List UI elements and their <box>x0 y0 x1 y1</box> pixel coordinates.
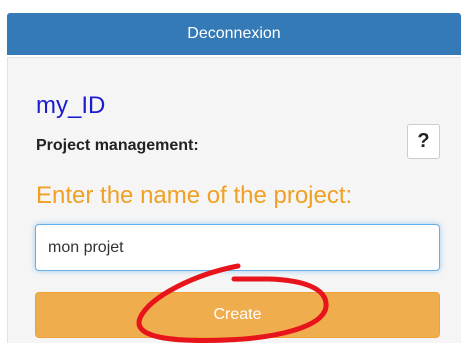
user-id-label: my_ID <box>36 92 106 119</box>
project-management-label: Project management: <box>36 137 199 154</box>
project-name-input[interactable] <box>35 224 440 271</box>
enter-project-name-label: Enter the name of the project: <box>36 182 353 209</box>
page: Deconnexion my_ID Project management: ? … <box>0 0 461 343</box>
project-panel: my_ID Project management: ? Enter the na… <box>7 57 461 343</box>
create-button[interactable]: Create <box>35 292 440 338</box>
logout-button[interactable]: Deconnexion <box>7 13 461 55</box>
help-button[interactable]: ? <box>407 124 440 159</box>
